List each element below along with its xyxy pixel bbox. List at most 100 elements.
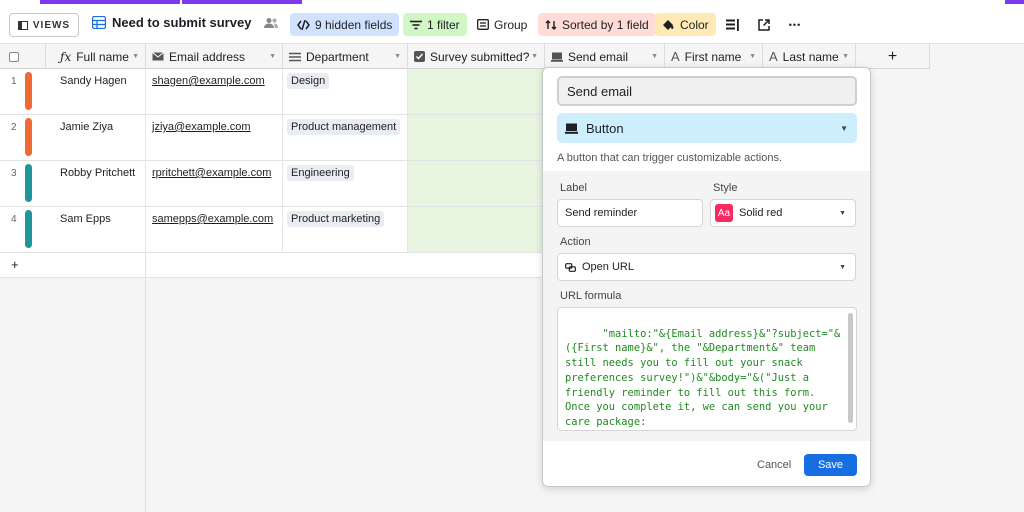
color-button[interactable]: Color <box>655 13 716 36</box>
hide-fields-icon <box>297 19 310 30</box>
formula-scrollbar[interactable] <box>848 313 853 423</box>
url-formula-editor[interactable]: "mailto:"&{Email address}&"?subject="& (… <box>557 307 857 431</box>
field-config-panel: Send email Button ▼ A button that can tr… <box>542 67 871 487</box>
table-row[interactable]: 4 Sam Epps samepps@example.com Product m… <box>0 207 545 253</box>
button-field-icon <box>565 123 578 134</box>
survey-submitted-cell[interactable] <box>408 161 545 206</box>
single-select-icon <box>289 52 301 61</box>
row-height-icon <box>725 19 739 31</box>
chevron-down-icon: ▼ <box>531 53 538 60</box>
column-header-send-email[interactable]: Send email ▼ <box>545 44 665 69</box>
row-height-button[interactable] <box>722 15 742 35</box>
select-all-cell[interactable] <box>0 44 46 69</box>
full-name-cell[interactable]: Jamie Ziya <box>60 121 113 133</box>
chevron-down-icon: ▼ <box>394 53 401 60</box>
url-formula-heading: URL formula <box>560 290 622 302</box>
email-cell[interactable]: jziya@example.com <box>152 121 251 133</box>
chevron-down-icon: ▼ <box>839 264 846 271</box>
column-label: Email address <box>169 49 246 64</box>
views-button[interactable]: VIEWS <box>9 13 79 37</box>
color-label: Color <box>680 17 709 32</box>
column-label: Send email <box>568 49 629 64</box>
full-name-cell[interactable]: Sandy Hagen <box>60 75 127 87</box>
survey-submitted-cell[interactable] <box>408 207 545 252</box>
column-header-full-name[interactable]: ƒx Full name ▼ <box>46 44 146 69</box>
cancel-button[interactable]: Cancel <box>757 459 791 471</box>
survey-submitted-cell[interactable] <box>408 115 545 160</box>
chevron-down-icon: ▼ <box>839 210 846 217</box>
button-field-icon <box>551 52 563 62</box>
view-name-label: Need to submit survey <box>112 15 252 30</box>
style-heading: Style <box>713 182 738 194</box>
column-header-survey-submitted[interactable]: Survey submitted? ▼ <box>408 44 545 69</box>
sort-icon <box>545 19 557 30</box>
table-row[interactable]: 2 Jamie Ziya jziya@example.com Product m… <box>0 115 545 161</box>
paint-bucket-icon <box>663 19 674 30</box>
share-view-button[interactable] <box>754 15 774 35</box>
email-cell[interactable]: rpritchett@example.com <box>152 167 271 179</box>
sort-label: Sorted by 1 field <box>562 17 649 32</box>
filter-icon <box>410 20 422 29</box>
add-column-button[interactable]: + <box>856 44 930 69</box>
plus-icon: + <box>11 257 19 272</box>
field-type-description: A button that can trigger customizable a… <box>557 152 783 164</box>
field-type-label: Button <box>586 120 624 136</box>
sort-button[interactable]: Sorted by 1 field <box>538 13 656 36</box>
department-cell[interactable]: Design <box>287 73 330 89</box>
view-toolbar: VIEWS Need to submit survey 9 hidden fie… <box>0 6 1024 44</box>
column-header-department[interactable]: Department ▼ <box>283 44 408 69</box>
collaborators-icon <box>264 17 279 28</box>
column-header-first-name[interactable]: A First name ▼ <box>665 44 763 69</box>
action-select[interactable]: Open URL ▼ <box>557 253 856 281</box>
field-type-select[interactable]: Button ▼ <box>557 113 857 143</box>
group-button[interactable]: Group <box>470 13 534 36</box>
column-header-email[interactable]: Email address ▼ <box>146 44 283 69</box>
formula-icon: ƒx <box>60 49 72 64</box>
link-icon <box>565 262 576 272</box>
chevron-down-icon: ▼ <box>749 53 756 60</box>
filter-button[interactable]: 1 filter <box>403 13 467 36</box>
button-label-input[interactable]: Send reminder <box>557 199 703 227</box>
department-cell[interactable]: Product marketing <box>287 211 385 227</box>
hidden-fields-button[interactable]: 9 hidden fields <box>290 13 400 36</box>
grid-view-icon <box>92 16 106 29</box>
field-name-input[interactable]: Send email <box>557 76 857 106</box>
save-button[interactable]: Save <box>804 454 857 476</box>
add-row-button[interactable]: + <box>0 253 545 278</box>
style-value: Solid red <box>739 207 783 219</box>
column-label: First name <box>684 49 742 64</box>
views-label: VIEWS <box>32 19 71 31</box>
department-cell[interactable]: Engineering <box>287 165 354 181</box>
full-name-cell[interactable]: Sam Epps <box>60 213 111 225</box>
select-all-checkbox[interactable] <box>9 51 19 62</box>
view-title[interactable]: Need to submit survey <box>92 15 279 30</box>
group-icon <box>477 19 489 30</box>
department-cell[interactable]: Product management <box>287 119 401 135</box>
full-name-cell[interactable]: Robby Pritchett <box>60 167 135 179</box>
filter-label: 1 filter <box>427 17 460 32</box>
style-swatch-icon: Aa <box>715 204 733 222</box>
button-style-select[interactable]: Aa Solid red ▼ <box>710 199 856 227</box>
button-options-section: Label Send reminder Style Aa Solid red ▼… <box>543 171 870 441</box>
email-cell[interactable]: shagen@example.com <box>152 75 265 87</box>
column-label: Department <box>306 49 369 64</box>
chevron-down-icon: ▼ <box>840 124 848 133</box>
action-heading: Action <box>560 236 591 248</box>
more-options-button[interactable]: ••• <box>785 15 805 35</box>
survey-submitted-cell[interactable] <box>408 69 545 114</box>
table-row[interactable]: 1 Sandy Hagen shagen@example.com Design <box>0 69 545 115</box>
formula-text: "mailto:"&{Email address}&"?subject="& (… <box>565 327 841 428</box>
column-label: Full name <box>76 49 129 64</box>
chevron-down-icon: ▼ <box>842 53 849 60</box>
email-cell[interactable]: samepps@example.com <box>152 213 273 225</box>
column-header-last-name[interactable]: A Last name ▼ <box>763 44 856 69</box>
chevron-down-icon: ▼ <box>132 53 139 60</box>
text-field-icon: A <box>671 49 680 64</box>
column-header-row: ƒx Full name ▼ Email address ▼ Departmen… <box>0 44 930 69</box>
checkbox-icon <box>414 51 425 62</box>
action-value: Open URL <box>582 261 634 273</box>
group-label: Group <box>494 17 528 32</box>
frozen-column-divider <box>145 253 146 512</box>
table-row[interactable]: 3 Robby Pritchett rpritchett@example.com… <box>0 161 545 207</box>
column-label: Survey submitted? <box>430 49 530 64</box>
